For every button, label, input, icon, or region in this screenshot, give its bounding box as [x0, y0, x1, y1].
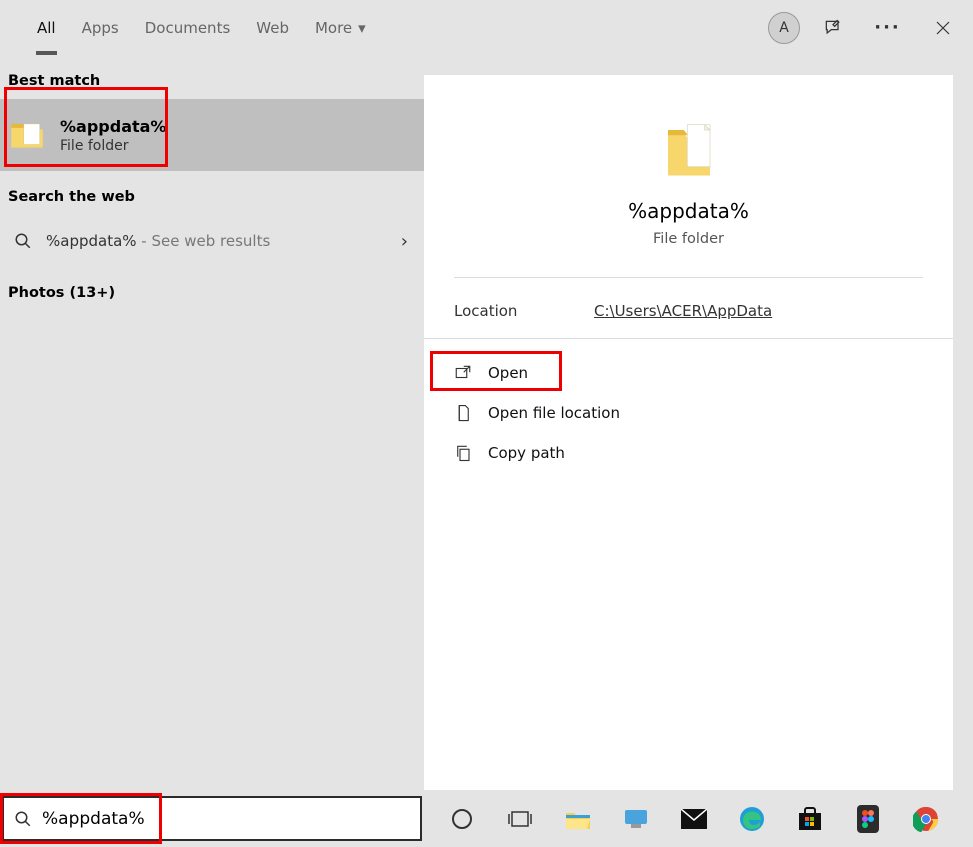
action-label: Copy path: [488, 444, 565, 462]
more-options-icon[interactable]: ···: [865, 5, 910, 50]
store-icon[interactable]: [790, 799, 830, 839]
filter-tabs: All Apps Documents Web More ▾: [24, 0, 379, 55]
web-suffix: - See web results: [137, 232, 271, 250]
top-bar: All Apps Documents Web More ▾ A ···: [0, 0, 973, 55]
cortana-icon[interactable]: [442, 799, 482, 839]
web-query: %appdata%: [46, 232, 137, 250]
ellipsis-icon: ···: [874, 17, 901, 38]
section-photos[interactable]: Photos (13+): [0, 267, 424, 311]
tab-apps[interactable]: Apps: [69, 0, 132, 55]
search-body: Best match %appdata% File folder Search …: [0, 55, 973, 790]
chevron-down-icon: ▾: [358, 19, 366, 37]
avatar-letter: A: [779, 20, 789, 36]
tab-label: Web: [256, 19, 289, 37]
highlight-annotation: [0, 793, 162, 844]
user-avatar[interactable]: A: [768, 12, 800, 44]
chrome-icon[interactable]: [906, 799, 946, 839]
action-copy-path[interactable]: Copy path: [434, 433, 943, 473]
tab-all[interactable]: All: [24, 0, 69, 55]
tab-web[interactable]: Web: [243, 0, 302, 55]
preview-folder-icon: [661, 115, 717, 187]
location-label: Location: [454, 302, 594, 320]
file-explorer-icon[interactable]: [558, 799, 598, 839]
tab-label: Documents: [145, 19, 231, 37]
section-search-web: Search the web: [0, 171, 424, 215]
tab-documents[interactable]: Documents: [132, 0, 244, 55]
taskbar-apps: [442, 799, 946, 839]
results-list: Best match %appdata% File folder Search …: [0, 55, 424, 790]
tab-label: Apps: [82, 19, 119, 37]
search-icon: [14, 232, 32, 250]
mail-icon[interactable]: [674, 799, 714, 839]
highlight-annotation: [430, 351, 562, 391]
taskbar: [0, 790, 973, 847]
preview-pane: %appdata% File folder Location C:\Users\…: [424, 75, 953, 790]
top-right-controls: A ···: [768, 5, 965, 50]
highlight-annotation: [4, 87, 168, 167]
preview-subtitle: File folder: [454, 231, 923, 278]
chevron-right-icon: ›: [401, 231, 408, 252]
task-view-icon[interactable]: [500, 799, 540, 839]
tab-more[interactable]: More ▾: [302, 0, 379, 55]
figma-icon[interactable]: [848, 799, 888, 839]
feedback-icon[interactable]: [810, 5, 855, 50]
tab-label: More: [315, 19, 352, 37]
tab-label: All: [37, 19, 56, 37]
edge-icon[interactable]: [732, 799, 772, 839]
app-icon[interactable]: [616, 799, 656, 839]
actions-list: Open Open file location Copy path: [424, 339, 953, 487]
close-button[interactable]: [920, 5, 965, 50]
action-open-location[interactable]: Open file location: [434, 393, 943, 433]
open-location-icon: [454, 404, 472, 422]
location-value[interactable]: C:\Users\ACER\AppData: [594, 302, 772, 320]
preview-title: %appdata%: [424, 199, 953, 223]
web-result-row[interactable]: %appdata% - See web results ›: [0, 215, 424, 267]
action-label: Open file location: [488, 404, 620, 422]
copy-icon: [454, 444, 472, 462]
location-row: Location C:\Users\ACER\AppData: [424, 278, 953, 339]
